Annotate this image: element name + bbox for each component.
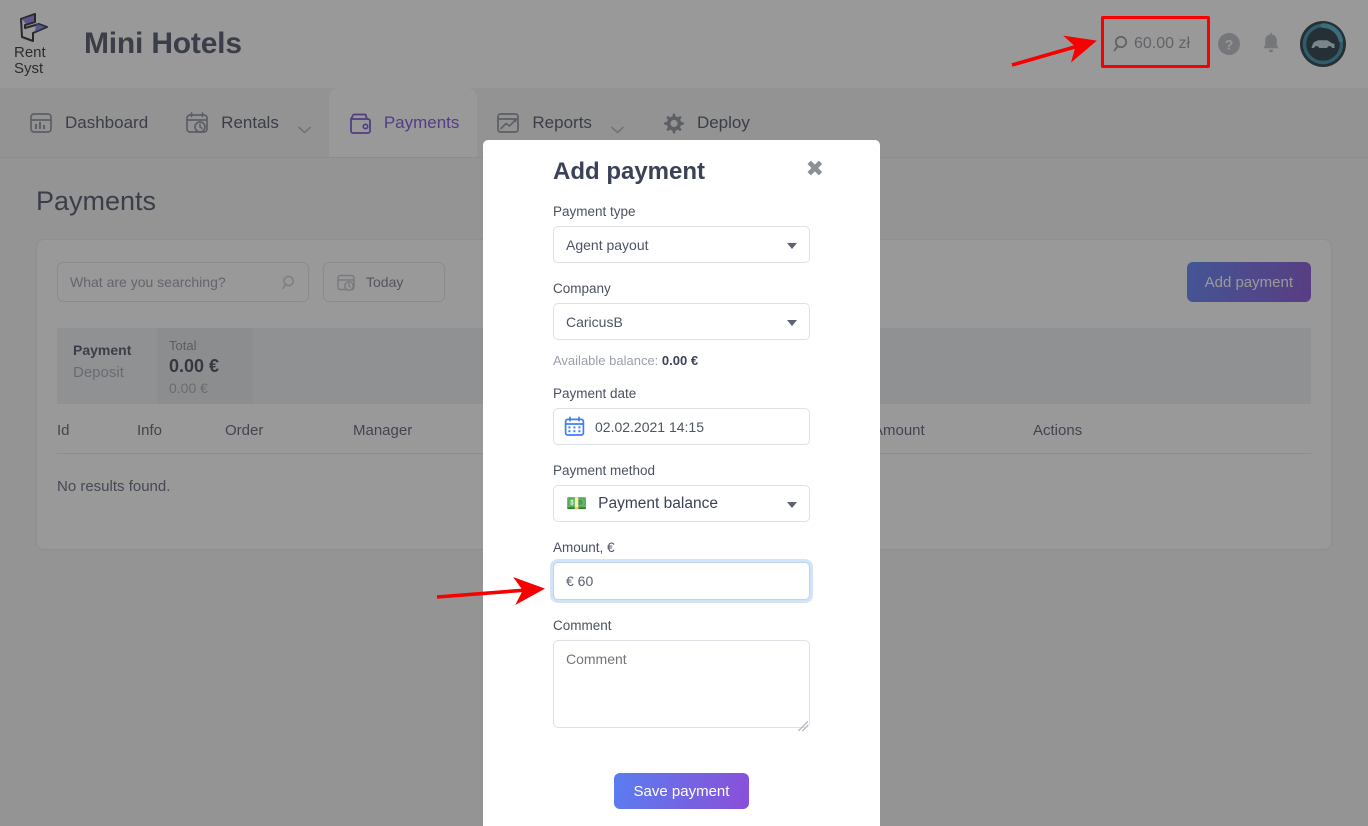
available-balance-label: Available balance: <box>553 353 659 368</box>
available-balance-value: 0.00 € <box>661 353 699 368</box>
modal-header: Add payment ✖ <box>553 140 824 186</box>
label-payment-type: Payment type <box>553 204 636 219</box>
banknote-icon: 💵 <box>566 494 588 513</box>
payment-method-select[interactable]: 💵 Payment balance <box>553 485 810 522</box>
field-company: Company CaricusB <box>553 281 810 340</box>
resize-handle-icon[interactable] <box>798 721 808 731</box>
label-company: Company <box>553 281 611 296</box>
chevron-down-icon <box>787 502 797 508</box>
save-payment-button[interactable]: Save payment <box>613 773 750 809</box>
comment-textarea[interactable] <box>553 640 810 728</box>
payment-type-value: Agent payout <box>566 236 649 253</box>
label-amount: Amount, € <box>553 540 615 555</box>
modal-title: Add payment <box>553 158 706 185</box>
label-payment-date: Payment date <box>553 386 637 401</box>
company-value: CaricusB <box>566 313 623 330</box>
amount-value: € 60 <box>566 573 594 589</box>
payment-date-input[interactable]: 02.02.2021 14:15 <box>553 408 810 445</box>
chevron-down-icon <box>787 243 797 249</box>
field-amount: Amount, € € 60 <box>553 540 810 600</box>
add-payment-modal: Add payment ✖ Payment type Agent payout … <box>483 140 880 826</box>
label-payment-method: Payment method <box>553 463 656 478</box>
close-icon[interactable]: ✖ <box>806 158 824 180</box>
company-select[interactable]: CaricusB <box>553 303 810 340</box>
field-payment-type: Payment type Agent payout <box>553 204 810 263</box>
chevron-down-icon <box>787 320 797 326</box>
field-payment-method: Payment method 💵 Payment balance <box>553 463 810 522</box>
modal-footer: Save payment <box>553 773 810 809</box>
app-root: Rent Syst Mini Hotels 60.00 zł <box>0 0 1368 826</box>
payment-date-value: 02.02.2021 14:15 <box>595 418 704 435</box>
payment-type-select[interactable]: Agent payout <box>553 226 810 263</box>
field-comment: Comment <box>553 618 810 733</box>
amount-input[interactable]: € 60 <box>553 562 810 600</box>
field-payment-date: Payment date 02.02.2021 14:15 <box>553 386 810 445</box>
label-comment: Comment <box>553 618 612 633</box>
comment-wrapper <box>553 640 810 733</box>
calendar-icon <box>564 416 585 437</box>
available-balance: Available balance: 0.00 € <box>553 353 810 368</box>
payment-method-value: Payment balance <box>598 494 718 512</box>
